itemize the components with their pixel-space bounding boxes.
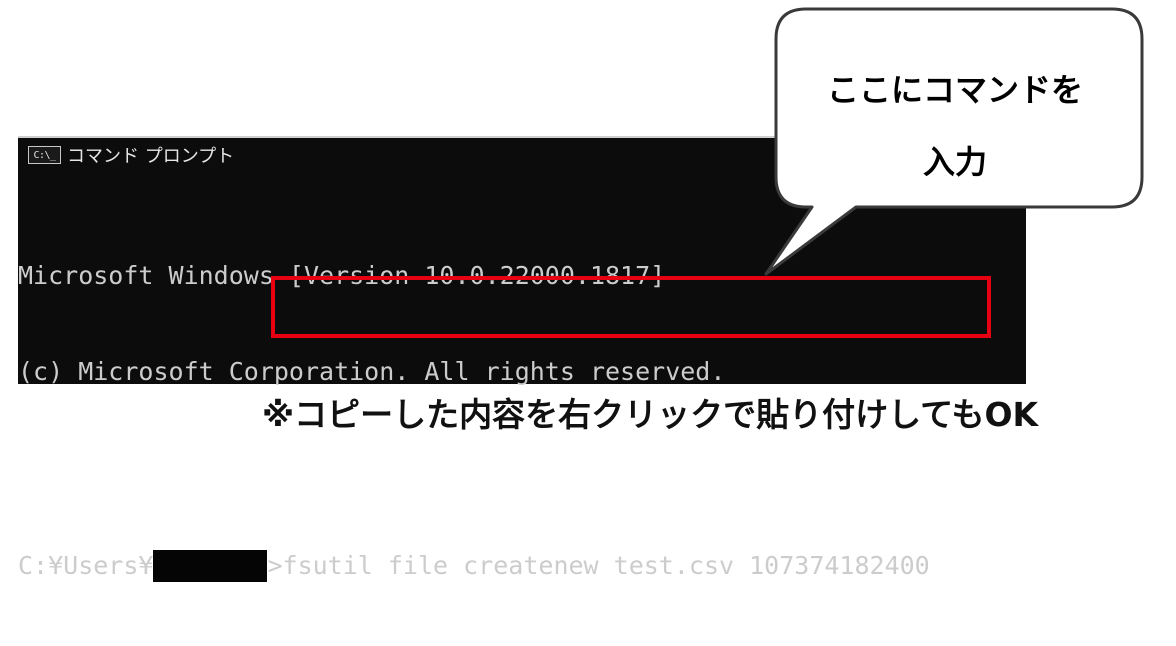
paste-tip-note: ※コピーした内容を右クリックで貼り付けしてもOK — [262, 395, 1039, 434]
window-title: コマンド プロンプト — [67, 146, 235, 167]
redacted-username — [153, 550, 268, 582]
callout-line-1: ここにコマンドを — [826, 71, 1083, 109]
command-highlight-box — [271, 276, 991, 338]
prompt-path: C:¥Users¥ — [18, 551, 154, 580]
command-prompt-icon: C:\_ — [28, 146, 61, 164]
console-line-copyright: (c) Microsoft Corporation. All rights re… — [18, 357, 726, 386]
callout-line-2: 入力 — [922, 143, 987, 181]
callout-label: ここにコマンドを 入力 — [775, 54, 1135, 198]
command-text[interactable]: >fsutil file createnew test.csv 10737418… — [267, 550, 929, 582]
console-prompt-line[interactable]: C:¥Users¥ >fsutil file createnew test.csv… — [18, 550, 930, 582]
